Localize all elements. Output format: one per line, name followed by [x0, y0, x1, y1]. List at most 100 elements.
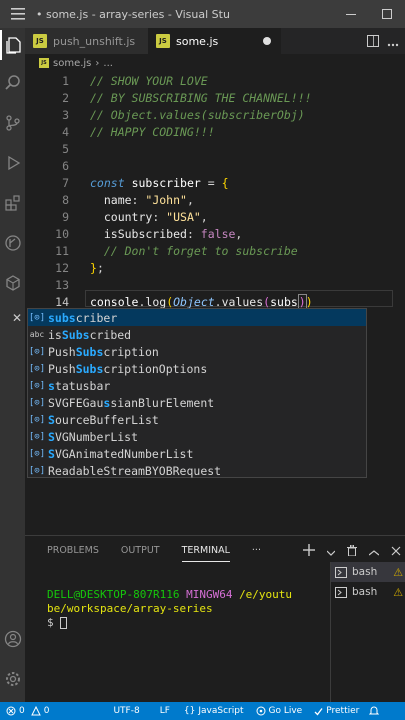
variable-kind-icon: [⊙]: [28, 380, 46, 391]
suggestion-item[interactable]: [⊙] Push Subs criptionOptions: [28, 360, 366, 377]
account-icon[interactable]: [0, 624, 25, 654]
suggestion-label-post: tatusbar: [54, 378, 111, 393]
suggestion-label-pre: ReadableStreamBYOBRequest: [48, 463, 222, 478]
suggestion-label-match: S: [48, 446, 55, 461]
line-number: 8: [62, 193, 69, 207]
code-line[interactable]: 1 // SHOW YOUR LOVE: [25, 73, 405, 90]
code-line[interactable]: 3 // Object.values(subscriberObj): [25, 107, 405, 124]
more-actions-icon[interactable]: [387, 32, 399, 51]
notifications-icon[interactable]: [369, 706, 380, 716]
language-label: JavaScript: [198, 706, 244, 716]
split-editor-icon[interactable]: [367, 32, 379, 51]
tab-actions: [367, 28, 405, 54]
search-icon[interactable]: [0, 68, 25, 98]
code-line[interactable]: 11 // Don't forget to subscribe: [25, 243, 405, 260]
prettier-status[interactable]: Prettier: [314, 706, 359, 716]
suggestion-item[interactable]: [⊙] Push Subs cription: [28, 343, 366, 360]
suggestion-label-match: S: [48, 429, 55, 444]
code-line[interactable]: 5: [25, 141, 405, 158]
suggestion-label-post: criber: [75, 310, 118, 325]
suggestion-item[interactable]: [⊙] S VGAnimatedNumberList: [28, 445, 366, 462]
code-line[interactable]: 4 // HAPPY CODING!!!: [25, 124, 405, 141]
tab-some-js[interactable]: JS some.js: [148, 28, 281, 54]
code-token: ;: [96, 261, 104, 275]
code-text: // Object.values(subscriberObj): [90, 107, 305, 124]
menu-icon[interactable]: [0, 0, 36, 28]
git-graph-icon[interactable]: [0, 228, 25, 258]
tab-push-unshift[interactable]: JS push_unshift.js: [25, 28, 148, 54]
source-control-icon[interactable]: [0, 108, 25, 138]
kill-terminal-icon[interactable]: [347, 541, 357, 560]
suggestion-item[interactable]: [⊙] S VGNumberList: [28, 428, 366, 445]
suggestion-label-post: VGNumberList: [54, 429, 139, 444]
terminal-instance-2[interactable]: bash ⚠: [331, 582, 405, 602]
code-line[interactable]: 6: [25, 158, 405, 175]
extensions-icon[interactable]: [0, 188, 25, 218]
maximize-panel-icon[interactable]: [368, 541, 380, 560]
terminal-cursor: [60, 617, 68, 629]
breadcrumb-more[interactable]: ...: [103, 58, 113, 69]
code-text: };: [90, 260, 104, 277]
javascript-file-icon: JS: [33, 34, 47, 48]
suggestion-item[interactable]: [⊙] s tatusbar: [28, 377, 366, 394]
variable-kind-icon: [⊙]: [28, 397, 46, 408]
remote-explorer-icon[interactable]: [0, 268, 25, 298]
tab-problems[interactable]: PROBLEMS: [47, 544, 99, 562]
language-status[interactable]: {} JavaScript: [184, 706, 244, 716]
unsaved-dot-icon[interactable]: [263, 37, 271, 45]
activity-bar: [0, 28, 25, 702]
minimize-icon[interactable]: [333, 0, 369, 28]
warning-count: 0: [43, 706, 50, 716]
suggestion-label-match: Subs: [75, 344, 104, 359]
panel-more-icon[interactable]: ···: [252, 544, 261, 562]
tab-output[interactable]: OUTPUT: [121, 544, 160, 562]
go-live-button[interactable]: Go Live: [256, 706, 302, 716]
code-line[interactable]: 13: [25, 277, 405, 294]
variable-kind-icon: [⊙]: [28, 448, 46, 459]
code-line[interactable]: 8 name: "John",: [25, 192, 405, 209]
suggestion-item[interactable]: [⊙] subs criber: [28, 309, 366, 326]
settings-gear-icon[interactable]: [0, 664, 25, 694]
code-token: =: [200, 176, 222, 190]
terminal-path-continued: be/workspace/array-series: [47, 602, 213, 616]
code-line[interactable]: 9 country: "USA",: [25, 209, 405, 226]
run-debug-icon[interactable]: [0, 148, 25, 178]
code-token: isSubscribed: [90, 227, 187, 241]
suggestion-item[interactable]: [⊙] SourceBufferList: [28, 411, 366, 428]
encoding-status[interactable]: UTF-8: [113, 706, 139, 716]
breadcrumb-file[interactable]: some.js: [53, 58, 91, 69]
code-text: const subscriber = {: [90, 175, 229, 192]
code-line[interactable]: 10 isSubscribed: false,: [25, 226, 405, 243]
tab-terminal[interactable]: TERMINAL: [181, 544, 230, 562]
close-panel-icon[interactable]: [391, 541, 401, 560]
code-line[interactable]: 2 // BY SUBSCRIBING THE CHANNEL!!!: [25, 90, 405, 107]
code-token: // HAPPY CODING!!!: [90, 125, 215, 139]
code-token: // Object.values(subscriberObj): [90, 108, 305, 122]
terminal-dropdown-icon[interactable]: [326, 541, 336, 560]
code-text: isSubscribed: false,: [90, 226, 243, 243]
suggestion-label-post: ourceBufferList: [54, 412, 159, 427]
terminal-path-wrap: be/workspace/array-series: [47, 602, 213, 615]
problems-status[interactable]: 0 0: [6, 706, 49, 716]
close-icon[interactable]: ✕: [12, 311, 24, 325]
suggestion-item[interactable]: [⊙] SVGFEGau s sianBlurElement: [28, 394, 366, 411]
code-line[interactable]: 7 const subscriber = {: [25, 175, 405, 192]
code-text: // Don't forget to subscribe: [90, 243, 298, 260]
warning-icon: [30, 706, 41, 716]
bottom-panel: PROBLEMS OUTPUT TERMINAL ··· DELL@DESKTO…: [25, 535, 405, 702]
suggestion-item[interactable]: abc is Subs cribed: [28, 326, 366, 343]
maximize-icon[interactable]: [369, 0, 405, 28]
suggestion-item[interactable]: [⊙] ReadableStreamBYOBRequest: [28, 462, 366, 479]
terminal-input-line[interactable]: $: [47, 616, 68, 630]
new-terminal-icon[interactable]: [303, 541, 315, 560]
explorer-icon[interactable]: [0, 30, 25, 60]
tab-label: push_unshift.js: [53, 34, 136, 48]
window-controls: [333, 0, 405, 28]
eol-status[interactable]: LF: [160, 706, 170, 716]
code-token: console: [90, 295, 139, 309]
code-line[interactable]: 12};: [25, 260, 405, 277]
terminal-instance-1[interactable]: bash ⚠: [331, 562, 405, 582]
check-icon: [314, 707, 323, 715]
terminal-path: /e/youtu: [239, 588, 293, 601]
